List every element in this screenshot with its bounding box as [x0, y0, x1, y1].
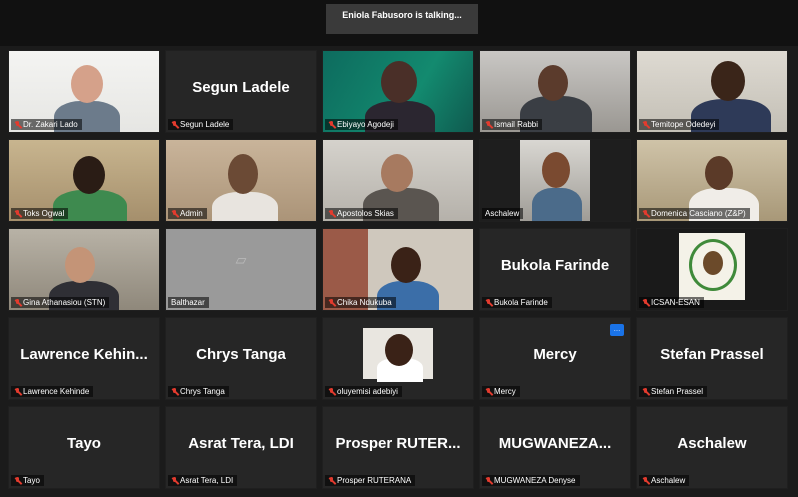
- participant-name-label: Gina Athanasiou (STN): [11, 297, 110, 308]
- mic-muted-icon: [328, 298, 335, 307]
- mic-muted-icon: [485, 476, 492, 485]
- participant-logo: [679, 233, 745, 300]
- participant-name-label: Domenica Casciano (Z&P): [639, 208, 750, 219]
- mic-muted-icon: [328, 476, 335, 485]
- mic-muted-icon: [14, 476, 21, 485]
- mic-muted-icon: [171, 120, 178, 129]
- participant-display-name: Lawrence Kehin...: [20, 346, 148, 363]
- participant-tile[interactable]: Chika Ndukuba: [322, 228, 474, 311]
- mic-muted-icon: [642, 387, 649, 396]
- camera-off-icon: ▱: [235, 251, 247, 268]
- participant-name-label: Asrat Tera, LDI: [168, 475, 238, 486]
- mic-muted-icon: [171, 209, 178, 218]
- participant-name-label: Apostolos Skias: [325, 208, 398, 219]
- participant-name-label: Chrys Tanga: [168, 386, 229, 397]
- participant-display-name: Chrys Tanga: [196, 346, 286, 363]
- mic-muted-icon: [14, 387, 21, 396]
- participant-display-name: Tayo: [67, 435, 101, 452]
- participant-name-label: Aschalew: [482, 208, 524, 219]
- participant-tile[interactable]: ▱ Balthazar: [165, 228, 317, 311]
- participant-name-label: Balthazar: [168, 297, 209, 308]
- mic-muted-icon: [485, 387, 492, 396]
- participant-display-name: Aschalew: [677, 435, 747, 452]
- participant-display-name: Asrat Tera, LDI: [188, 435, 294, 452]
- participant-tile[interactable]: Asrat Tera, LDI Asrat Tera, LDI: [165, 406, 317, 489]
- participant-name-label: Bukola Farinde: [482, 297, 552, 308]
- participant-display-name: Stefan Prassel: [660, 346, 764, 363]
- participant-name-label: Aschalew: [639, 475, 690, 486]
- participant-display-name: Mercy: [533, 346, 577, 363]
- mic-muted-icon: [14, 209, 21, 218]
- participant-tile[interactable]: ICSAN-ESAN: [636, 228, 788, 311]
- participant-name-label: Mercy: [482, 386, 520, 397]
- participant-display-name: Segun Ladele: [192, 79, 290, 96]
- participant-name-label: Stefan Prassel: [639, 386, 708, 397]
- mic-muted-icon: [642, 209, 649, 218]
- participant-name-label: Toks Ogwal: [11, 208, 69, 219]
- participant-tile[interactable]: oluyemisi adebiyi: [322, 317, 474, 400]
- participant-tile[interactable]: Ismail Rabbi: [479, 50, 631, 133]
- participant-tile[interactable]: Apostolos Skias: [322, 139, 474, 222]
- mic-muted-icon: [14, 120, 21, 129]
- participant-name-label: Tayo: [11, 475, 44, 486]
- top-bar: Eniola Fabusoro is talking...: [0, 0, 798, 46]
- participant-tile[interactable]: Chrys Tanga Chrys Tanga: [165, 317, 317, 400]
- participant-name-label: MUGWANEZA Denyse: [482, 475, 580, 486]
- participant-display-name: Bukola Farinde: [500, 257, 610, 274]
- participant-tile[interactable]: Gina Athanasiou (STN): [8, 228, 160, 311]
- mic-muted-icon: [171, 387, 178, 396]
- reaction-badge: …: [610, 324, 624, 336]
- participant-video: [520, 140, 590, 221]
- participant-tile[interactable]: MUGWANEZA... MUGWANEZA Denyse: [479, 406, 631, 489]
- participant-tile[interactable]: … Mercy Mercy: [479, 317, 631, 400]
- participant-name-label: Ismail Rabbi: [482, 119, 543, 130]
- participant-name-label: ICSAN-ESAN: [639, 297, 704, 308]
- participant-tile[interactable]: Admin: [165, 139, 317, 222]
- mic-muted-icon: [14, 298, 21, 307]
- participant-name-label: Dr. Zakari Lado: [11, 119, 82, 130]
- participant-display-name: Prosper RUTER...: [335, 435, 461, 452]
- participant-name-label: Chika Ndukuba: [325, 297, 396, 308]
- participant-tile[interactable]: Lawrence Kehin... Lawrence Kehinde: [8, 317, 160, 400]
- participant-tile[interactable]: Ebiyayo Agodeji: [322, 50, 474, 133]
- participant-tile[interactable]: Segun Ladele Segun Ladele: [165, 50, 317, 133]
- participant-tile[interactable]: Prosper RUTER... Prosper RUTERANA: [322, 406, 474, 489]
- mic-muted-icon: [328, 120, 335, 129]
- participant-tile[interactable]: Aschalew Aschalew: [636, 406, 788, 489]
- participant-name-label: oluyemisi adebiyi: [325, 386, 402, 397]
- participant-tile[interactable]: Bukola Farinde Bukola Farinde: [479, 228, 631, 311]
- mic-muted-icon: [642, 120, 649, 129]
- participant-name-label: Admin: [168, 208, 207, 219]
- mic-muted-icon: [328, 387, 335, 396]
- participant-video: [363, 328, 433, 382]
- participant-name-label: Ebiyayo Agodeji: [325, 119, 398, 130]
- active-speaker-banner: Eniola Fabusoro is talking...: [326, 4, 478, 34]
- participant-tile[interactable]: Temitope Odedeyi: [636, 50, 788, 133]
- participant-tile[interactable]: Dr. Zakari Lado: [8, 50, 160, 133]
- participant-tile[interactable]: Stefan Prassel Stefan Prassel: [636, 317, 788, 400]
- participant-tile[interactable]: Tayo Tayo: [8, 406, 160, 489]
- participant-name-label: Segun Ladele: [168, 119, 234, 130]
- participant-grid: Dr. Zakari Lado Segun Ladele Segun Ladel…: [8, 50, 794, 497]
- mic-muted-icon: [171, 476, 178, 485]
- participant-tile[interactable]: Domenica Casciano (Z&P): [636, 139, 788, 222]
- participant-tile[interactable]: Aschalew: [479, 139, 631, 222]
- mic-muted-icon: [642, 476, 649, 485]
- participant-name-label: Temitope Odedeyi: [639, 119, 720, 130]
- mic-muted-icon: [328, 209, 335, 218]
- mic-muted-icon: [642, 298, 649, 307]
- participant-name-label: Lawrence Kehinde: [11, 386, 94, 397]
- participant-tile[interactable]: Toks Ogwal: [8, 139, 160, 222]
- participant-display-name: MUGWANEZA...: [498, 435, 612, 452]
- participant-name-label: Prosper RUTERANA: [325, 475, 416, 486]
- mic-muted-icon: [485, 298, 492, 307]
- mic-muted-icon: [485, 120, 492, 129]
